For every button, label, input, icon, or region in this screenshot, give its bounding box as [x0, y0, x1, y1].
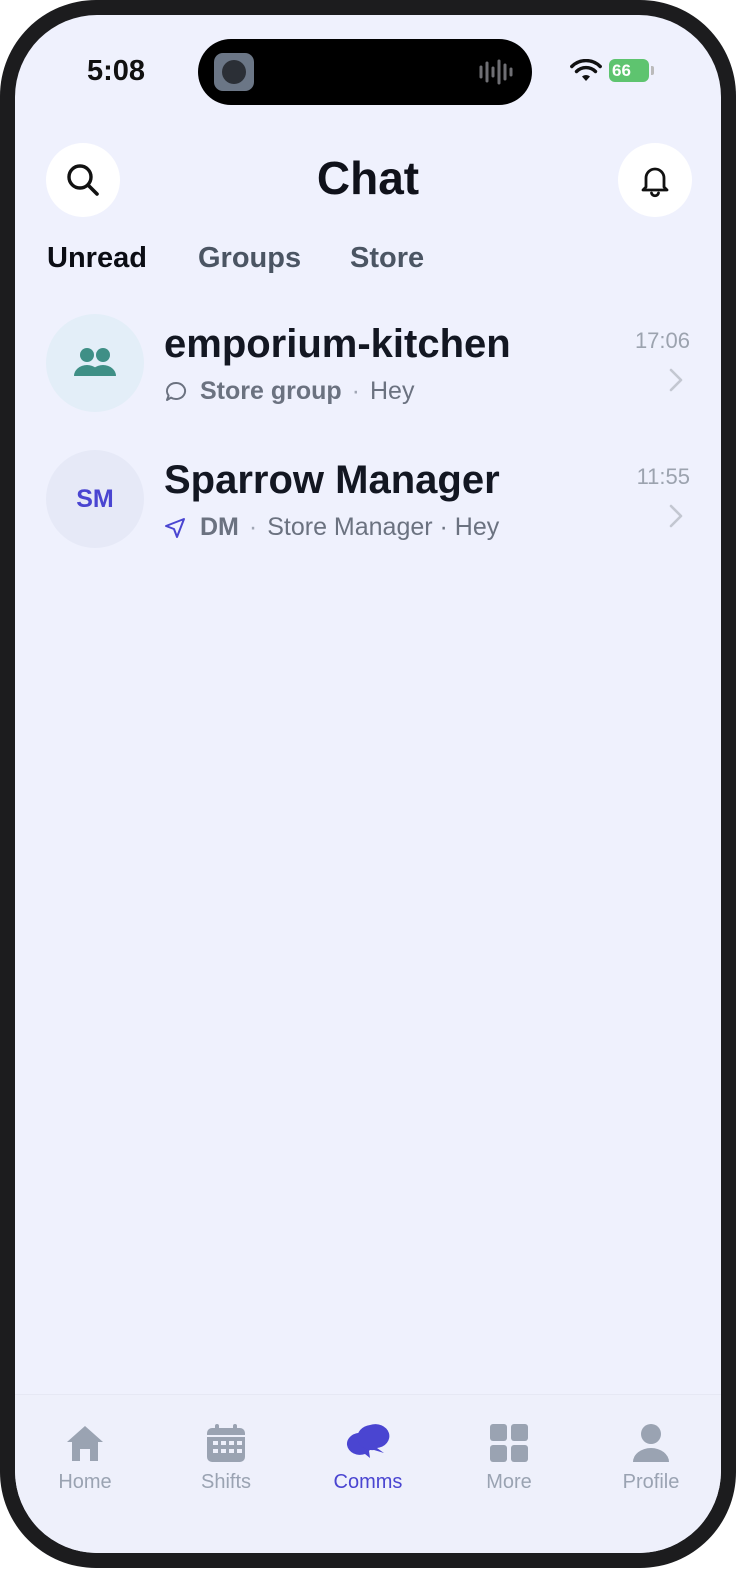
nav-label: More	[486, 1471, 532, 1493]
chat-preview: Store Manager · Hey	[267, 513, 500, 541]
tab-groups[interactable]: Groups	[198, 242, 301, 275]
battery-indicator: 66	[609, 59, 649, 82]
chevron-right-icon	[669, 504, 683, 528]
phone-frame: 5:08 66 Chat Unread Groups Store emporiu…	[0, 0, 736, 1568]
battery-level: 66	[612, 61, 631, 80]
chat-row-emporium-kitchen[interactable]: emporium-kitchen Store group · Hey 17:06	[15, 314, 721, 424]
wifi-icon	[570, 59, 602, 81]
chat-bubbles-icon	[346, 1424, 390, 1458]
avatar	[46, 314, 144, 412]
home-icon	[67, 1426, 103, 1461]
nav-label: Shifts	[200, 1471, 252, 1493]
chevron-right-icon	[669, 368, 683, 392]
page-title: Chat	[316, 152, 420, 204]
chat-subtitle: Store group · Hey	[164, 377, 414, 406]
nav-label: Profile	[622, 1471, 680, 1493]
bell-icon	[641, 167, 669, 198]
chat-kind: Store group	[200, 377, 342, 405]
bottom-tab-bar: Home Shifts Comms More Profile	[15, 1394, 721, 1553]
dynamic-island	[198, 39, 532, 105]
nav-home[interactable]: Home	[20, 1423, 150, 1494]
chat-time: 11:55	[636, 464, 690, 489]
battery-cap	[651, 66, 654, 75]
separator-dot: ·	[248, 513, 258, 541]
tab-unread[interactable]: Unread	[47, 242, 147, 275]
chat-row-sparrow-manager[interactable]: SM Sparrow Manager DM · Store Manager · …	[15, 450, 721, 560]
nav-profile[interactable]: Profile	[586, 1423, 716, 1494]
group-icon	[74, 348, 116, 376]
nav-comms[interactable]: Comms	[303, 1423, 433, 1494]
status-time: 5:08	[87, 55, 146, 87]
chat-time: 17:06	[634, 328, 690, 353]
chat-bubble-icon	[165, 381, 187, 401]
person-icon	[633, 1424, 669, 1462]
grid-icon	[490, 1424, 528, 1462]
separator-dot: ·	[351, 377, 360, 405]
nav-shifts[interactable]: Shifts	[161, 1423, 291, 1494]
calendar-icon	[207, 1424, 245, 1462]
chat-subtitle: DM · Store Manager · Hey	[164, 513, 499, 542]
tab-store[interactable]: Store	[350, 242, 424, 275]
chat-name: emporium-kitchen	[164, 322, 511, 366]
screen: 5:08 66 Chat Unread Groups Store emporiu…	[15, 15, 721, 1553]
nav-label: Home	[58, 1471, 112, 1493]
notifications-button[interactable]	[618, 143, 692, 217]
camera-icon	[214, 53, 254, 91]
avatar: SM	[46, 450, 144, 548]
send-arrow-icon	[165, 517, 185, 538]
audio-wave-icon	[479, 59, 513, 85]
chat-preview: Hey	[370, 377, 415, 405]
chat-name: Sparrow Manager	[164, 458, 500, 502]
nav-more[interactable]: More	[444, 1423, 574, 1494]
chat-kind: DM	[200, 513, 239, 541]
nav-label: Comms	[333, 1471, 403, 1493]
